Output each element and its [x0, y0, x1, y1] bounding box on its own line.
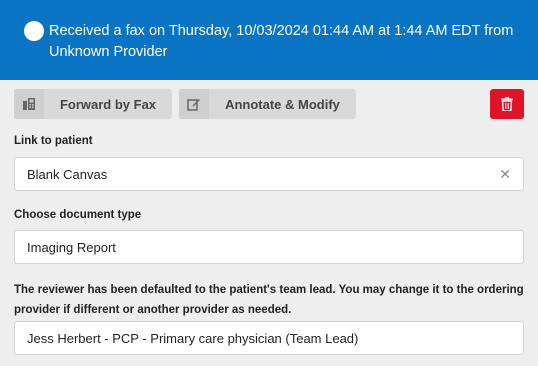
link-to-patient-label: Link to patient: [14, 135, 93, 147]
reviewer-note: The reviewer has been defaulted to the p…: [14, 284, 524, 316]
document-type-label: Choose document type: [14, 209, 142, 221]
edit-icon: [179, 89, 209, 119]
fax-document-panel: Received a fax on Thursday, 10/03/2024 0…: [0, 0, 538, 366]
delete-button[interactable]: [490, 89, 524, 119]
reviewer-value: Jess Herbert - PCP - Primary care physic…: [27, 330, 359, 346]
document-type-value: Imaging Report: [27, 239, 116, 255]
patient-input[interactable]: Blank Canvas ✕: [14, 157, 524, 191]
clear-patient-icon[interactable]: ✕: [499, 166, 511, 183]
trash-icon: [501, 97, 513, 111]
document-type-select[interactable]: Imaging Report: [14, 230, 524, 264]
annotate-modify-label: Annotate & Modify: [225, 96, 340, 112]
forward-by-fax-button[interactable]: Forward by Fax: [14, 89, 172, 119]
fax-received-banner: Received a fax on Thursday, 10/03/2024 0…: [0, 0, 538, 80]
annotate-modify-button[interactable]: Annotate & Modify: [179, 89, 356, 119]
fax-received-message: Received a fax on Thursday, 10/03/2024 0…: [49, 23, 514, 60]
fax-icon: [14, 89, 44, 119]
reviewer-select[interactable]: Jess Herbert - PCP - Primary care physic…: [14, 321, 524, 355]
forward-by-fax-label: Forward by Fax: [59, 96, 157, 112]
status-dot-icon: [24, 21, 44, 41]
patient-input-value: Blank Canvas: [27, 166, 108, 182]
